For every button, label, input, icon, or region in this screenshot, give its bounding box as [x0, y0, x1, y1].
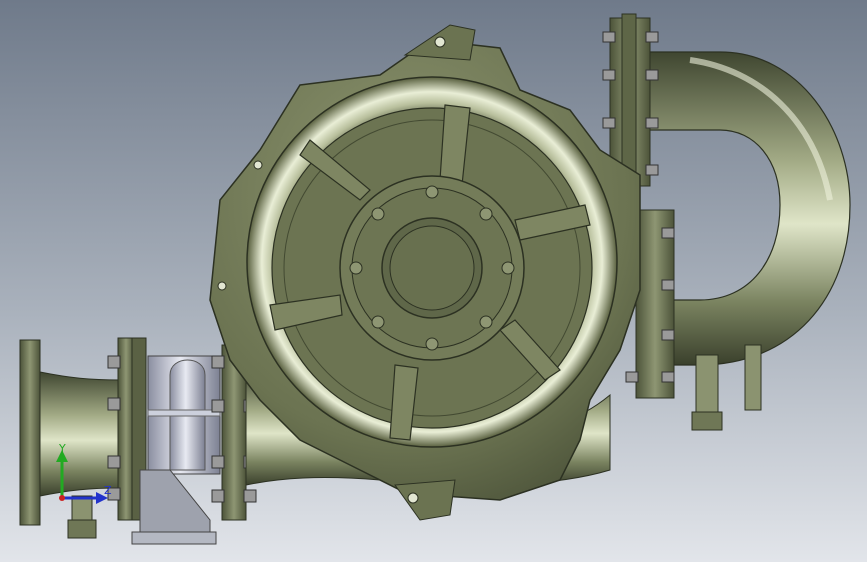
- cad-viewport[interactable]: Y Z: [0, 0, 867, 562]
- expansion-joint[interactable]: [147, 355, 221, 475]
- y-axis-label: Y: [58, 442, 66, 455]
- impeller-hub[interactable]: [339, 175, 525, 361]
- model-canvas[interactable]: Y Z: [0, 0, 867, 562]
- z-axis-label: Z: [104, 484, 112, 497]
- x-axis-dot: [59, 495, 65, 501]
